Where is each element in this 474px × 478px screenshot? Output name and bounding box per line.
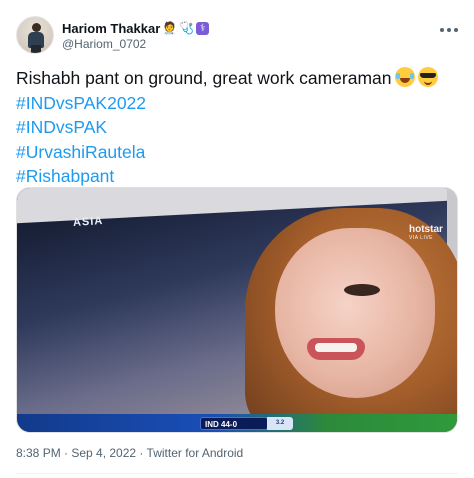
stethoscope-emoji-icon: 🩺 <box>179 21 195 35</box>
score-overs: 3.2 <box>267 417 293 430</box>
hashtag-link[interactable]: #UrvashiRautela <box>16 140 462 165</box>
score-box: IND 44-0 3.2 <box>200 417 293 430</box>
hashtag-link[interactable]: #INDvsPAK <box>16 115 462 140</box>
more-options-icon[interactable] <box>440 26 458 34</box>
tweet-timestamp[interactable]: 8:38 PM · Sep 4, 2022 · Twitter for Andr… <box>16 446 243 460</box>
face-with-tears-of-joy-icon <box>394 67 415 87</box>
tweet-text-line: Rishabh pant on ground, great work camer… <box>16 66 462 91</box>
hashtag-link[interactable]: #Rishabpant <box>16 164 462 189</box>
tv-channel-logo: ASIA <box>72 214 104 230</box>
face-shape <box>275 228 435 398</box>
author-display-name[interactable]: Hariom Thakkar <box>62 21 160 36</box>
author-handle[interactable]: @Hariom_0702 <box>62 37 146 51</box>
tweet-media-photo[interactable]: ASIA hotstar VIA LIVE IND 44-0 3.2 <box>16 187 458 433</box>
teeth-shape <box>315 343 357 352</box>
eye-shape <box>344 284 380 296</box>
tweet: Hariom Thakkar 🧑‍⚕️ 🩺 ⚕ @Hariom_0702 Ris… <box>0 0 474 478</box>
avatar-head <box>32 23 41 32</box>
divider <box>16 473 458 474</box>
medical-symbol-icon: ⚕ <box>196 21 210 35</box>
avatar[interactable] <box>16 16 54 54</box>
health-worker-emoji-icon: 🧑‍⚕️ <box>162 21 178 35</box>
author-name-row[interactable]: Hariom Thakkar 🧑‍⚕️ 🩺 ⚕ <box>62 19 210 37</box>
hashtag-link[interactable]: #INDvsPAK2022 <box>16 91 462 116</box>
smiling-face-with-sunglasses-icon <box>417 67 438 87</box>
streamer-logo: hotstar VIA LIVE <box>409 224 443 241</box>
avatar-legs <box>31 45 41 53</box>
tweet-text: Rishabh pant on ground, great work camer… <box>16 66 462 189</box>
